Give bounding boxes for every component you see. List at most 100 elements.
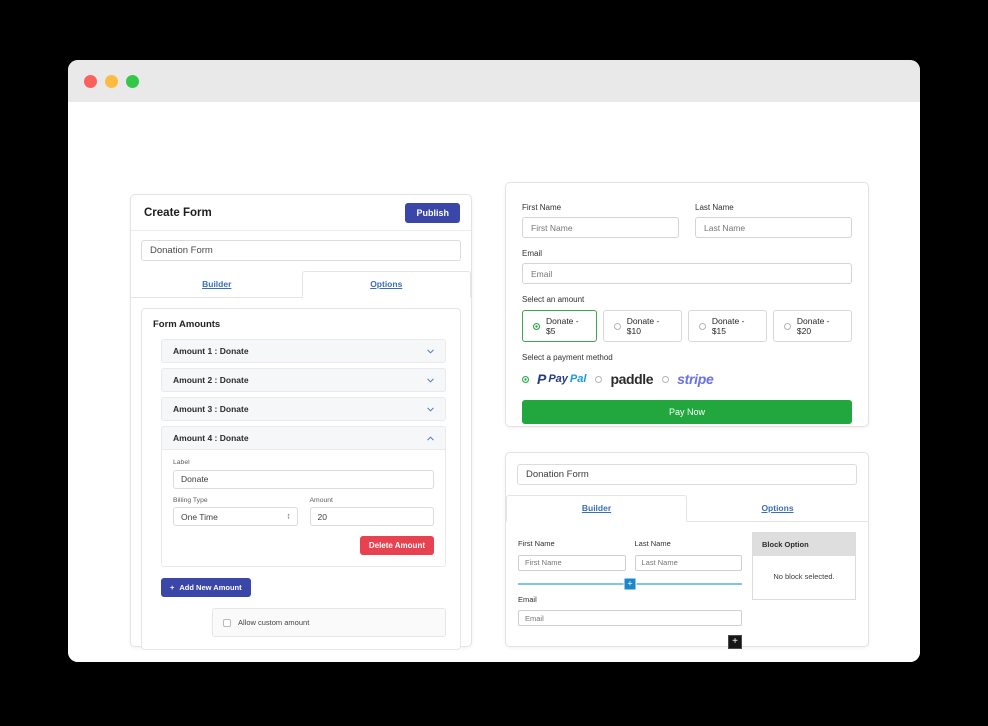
plus-icon: + xyxy=(170,583,175,592)
form-amounts-heading: Form Amounts xyxy=(153,319,221,330)
radio-icon xyxy=(522,375,529,383)
radio-icon xyxy=(783,322,791,330)
radio-icon xyxy=(595,375,603,383)
payment-method-paddle[interactable]: paddle xyxy=(595,371,654,387)
amount-group: Amount xyxy=(309,496,434,526)
builder-email-input[interactable] xyxy=(518,610,742,626)
accordion-amount-4-body: Label Billing Type Amount xyxy=(161,450,446,567)
block-option-empty-text: No block selected. xyxy=(773,572,835,581)
form-title-input[interactable] xyxy=(141,240,461,261)
amount-option-10[interactable]: Donate - $10 xyxy=(602,310,682,342)
maximize-window-button[interactable] xyxy=(126,74,139,88)
billing-type-group: Billing Type xyxy=(173,496,298,526)
radio-icon xyxy=(662,375,670,383)
builder-content: First Name Last Name + Email xyxy=(506,522,868,649)
add-block-plus-icon[interactable]: + xyxy=(728,635,742,649)
accordion-amount-2[interactable]: Amount 2 : Donate xyxy=(161,368,446,392)
form-builder-panel: Builder Options First Name Last Name xyxy=(505,452,869,649)
accordion-amount-1[interactable]: Amount 1 : Donate xyxy=(161,339,446,363)
preview-payment-section: Select a payment method PPayPal paddle xyxy=(522,353,852,387)
radio-icon xyxy=(613,322,621,330)
builder-last-name-label: Last Name xyxy=(634,539,671,548)
add-new-amount-button[interactable]: + Add New Amount xyxy=(161,578,251,597)
amount-field-label: Amount xyxy=(309,496,333,504)
preview-last-name-label: Last Name xyxy=(695,203,734,212)
minimize-window-button[interactable] xyxy=(105,74,118,88)
allow-custom-amount-label: Allow custom amount xyxy=(238,618,310,627)
left-panel-tabs: Builder Options xyxy=(131,271,471,298)
browser-window: Create Form Publish Builder Options Form… xyxy=(68,60,920,662)
radio-icon xyxy=(533,322,540,330)
block-option-header: Block Option xyxy=(753,533,855,556)
allow-custom-amount-row: Allow custom amount xyxy=(212,608,446,637)
form-amounts-card: Form Amounts Amount 1 : Donate Amount 2 … xyxy=(141,308,461,650)
builder-first-name-group: First Name xyxy=(518,539,626,571)
create-form-header: Create Form Publish xyxy=(131,195,471,231)
amount-label-input[interactable] xyxy=(173,469,434,489)
page-title: Create Form xyxy=(144,206,212,219)
amount-option-label: Donate - $10 xyxy=(626,316,660,336)
radio-icon xyxy=(698,322,706,330)
accordion-label: Amount 4 : Donate xyxy=(173,433,249,443)
builder-tab-builder[interactable]: Builder xyxy=(506,495,687,522)
pay-now-button[interactable]: Pay Now xyxy=(522,400,852,424)
builder-email-group: Email xyxy=(518,594,742,626)
preview-first-name-input[interactable] xyxy=(522,217,679,238)
amount-option-label: Donate - $5 xyxy=(546,316,579,336)
chevron-up-icon xyxy=(426,434,435,443)
select-amount-label: Select an amount xyxy=(522,295,585,304)
preview-email-group: Email xyxy=(522,249,852,284)
preview-name-row: First Name Last Name xyxy=(522,203,852,238)
delete-amount-button[interactable]: Delete Amount xyxy=(359,536,434,555)
tab-builder[interactable]: Builder xyxy=(132,271,302,297)
amount-options-group: Donate - $5 Donate - $10 Donate - $15 Do… xyxy=(522,310,853,342)
accordion-amount-3[interactable]: Amount 3 : Donate xyxy=(161,397,446,421)
accordion-label: Amount 1 : Donate xyxy=(173,346,249,356)
paddle-logo-icon: paddle xyxy=(610,371,654,387)
preview-amount-section: Select an amount Donate - $5 Donate - $1… xyxy=(522,295,853,342)
amount-option-15[interactable]: Donate - $15 xyxy=(687,310,767,342)
amount-option-20[interactable]: Donate - $20 xyxy=(772,310,853,342)
accordion-label: Amount 2 : Donate xyxy=(173,375,249,385)
create-form-panel: Create Form Publish Builder Options Form… xyxy=(130,194,472,650)
block-insert-divider: + xyxy=(518,577,742,591)
stripe-logo-icon: stripe xyxy=(677,371,714,387)
builder-canvas: First Name Last Name + Email xyxy=(518,532,742,649)
preview-email-label: Email xyxy=(522,249,543,258)
add-new-amount-label: Add New Amount xyxy=(179,583,242,592)
tab-options[interactable]: Options xyxy=(301,271,471,298)
preview-email-input[interactable] xyxy=(522,263,852,284)
payment-methods-group: P Pay Pal paddle stripe xyxy=(522,371,852,387)
builder-email-label: Email xyxy=(518,594,537,604)
insert-block-plus-icon[interactable]: + xyxy=(623,577,637,590)
billing-type-label: Billing Type xyxy=(173,496,208,504)
chevron-down-icon xyxy=(426,347,435,356)
billing-amount-row: Billing Type Amount xyxy=(173,496,434,526)
close-window-button[interactable] xyxy=(84,74,97,88)
builder-first-name-label: First Name xyxy=(518,539,555,548)
payment-method-paypal[interactable]: P Pay Pal xyxy=(522,372,586,386)
preview-inner: First Name Last Name Email Select an amo… xyxy=(506,183,868,440)
donation-form-preview: First Name Last Name Email Select an amo… xyxy=(505,182,869,427)
publish-button[interactable]: Publish xyxy=(405,202,460,223)
builder-tab-options[interactable]: Options xyxy=(687,495,868,521)
allow-custom-amount-checkbox[interactable] xyxy=(223,618,231,627)
builder-name-row: First Name Last Name xyxy=(518,539,742,571)
accordion-amount-4[interactable]: Amount 4 : Donate xyxy=(161,426,446,450)
builder-first-name-input[interactable] xyxy=(518,554,626,571)
amount-input[interactable] xyxy=(309,507,434,526)
preview-last-name-group: Last Name xyxy=(695,203,852,238)
builder-tabs: Builder Options xyxy=(506,495,868,522)
amount-option-5[interactable]: Donate - $5 xyxy=(522,310,597,342)
page-body: Create Form Publish Builder Options Form… xyxy=(68,102,920,662)
builder-last-name-group: Last Name xyxy=(634,539,742,571)
amount-option-label: Donate - $15 xyxy=(711,316,745,336)
payment-method-stripe[interactable]: stripe xyxy=(662,371,714,387)
builder-form-title-input[interactable] xyxy=(517,464,857,485)
billing-type-select[interactable] xyxy=(173,507,298,526)
preview-last-name-input[interactable] xyxy=(695,217,852,238)
preview-first-name-group: First Name xyxy=(522,203,679,238)
builder-last-name-input[interactable] xyxy=(634,554,742,571)
label-field-label: Label xyxy=(173,459,190,466)
select-payment-label: Select a payment method xyxy=(522,353,613,362)
